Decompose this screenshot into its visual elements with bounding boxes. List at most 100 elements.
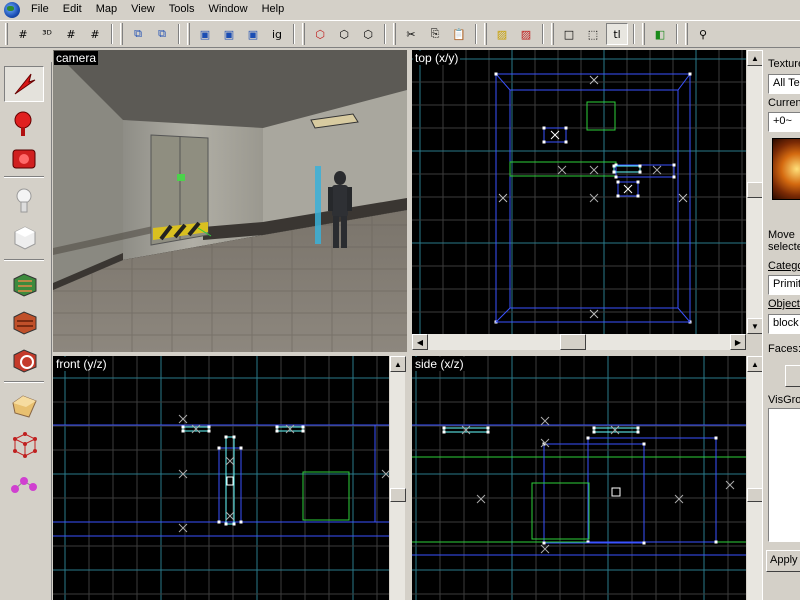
run-map-icon[interactable]: ◧ — [649, 23, 671, 45]
camera-tool-button[interactable] — [4, 142, 44, 178]
texture-preview[interactable] — [772, 138, 800, 200]
group-icon: ⧉ — [134, 27, 142, 40]
toolbar-grip[interactable] — [187, 23, 190, 45]
hide-icon[interactable]: ▣ — [218, 23, 240, 45]
group-icon[interactable]: ⧉ — [127, 23, 149, 45]
scroll-up-icon[interactable]: ▲ — [390, 356, 406, 372]
vertex-handle — [638, 170, 642, 174]
menu-window[interactable]: Window — [201, 0, 254, 19]
decal-tool-button[interactable] — [4, 343, 44, 379]
object-dropdown[interactable]: block — [768, 314, 800, 334]
texture-filter-dropdown[interactable]: All Te — [768, 74, 800, 94]
vertex-handle — [592, 430, 596, 434]
apply-texture-button[interactable] — [4, 305, 44, 341]
front-viewport[interactable]: front (y/z) — [53, 356, 389, 600]
scroll-up-icon[interactable]: ▲ — [747, 356, 763, 372]
vertex-handle — [217, 446, 221, 450]
current-texture-dropdown[interactable]: +0~ — [768, 112, 800, 132]
cut-icon[interactable]: ✂ — [400, 23, 422, 45]
magnify-tool-icon — [9, 108, 39, 141]
scroll-thumb[interactable] — [747, 182, 763, 198]
grid-toggle-icon[interactable]: # — [12, 23, 34, 45]
ignore-groups-button[interactable]: ig — [266, 23, 288, 45]
smaller-grid-icon: # — [66, 27, 76, 41]
path-tool-button[interactable] — [4, 467, 44, 503]
toolbar-grip[interactable] — [685, 23, 688, 45]
vertex-tool-button[interactable] — [4, 427, 44, 463]
toolbar-grip[interactable] — [5, 23, 8, 45]
toolbar-grip[interactable] — [120, 23, 123, 45]
toolbar-separator — [542, 24, 544, 44]
toolbar-grip[interactable] — [393, 23, 396, 45]
vertex-handle — [672, 175, 676, 179]
carve-icon[interactable]: ⬡ — [309, 23, 331, 45]
scroll-down-icon[interactable]: ▼ — [747, 318, 763, 334]
select-dots-icon: ⬚ — [587, 27, 599, 41]
menu-file[interactable]: File — [24, 0, 56, 19]
entity-origin — [611, 487, 621, 497]
select-box-icon[interactable]: □ — [558, 23, 580, 45]
categories-label: Catego — [768, 260, 800, 272]
room-side-inner-brush — [543, 443, 645, 544]
toolbar-grip[interactable] — [642, 23, 645, 45]
magnify-tool-button[interactable] — [4, 106, 44, 142]
smaller-grid-icon[interactable]: # — [60, 23, 82, 45]
vertex-handle — [612, 170, 616, 174]
misc-icon[interactable]: ⚲ — [692, 23, 714, 45]
toolbar-grip[interactable] — [302, 23, 305, 45]
menu-help[interactable]: Help — [255, 0, 292, 19]
scroll-thumb[interactable] — [747, 488, 763, 502]
paste-icon[interactable]: 📋 — [448, 23, 470, 45]
texture-app-button[interactable] — [4, 267, 44, 303]
clip-tool-button[interactable] — [4, 389, 44, 425]
toggle-tl-button[interactable]: tl — [606, 23, 628, 45]
app-globe-icon[interactable] — [4, 1, 20, 18]
brush-center-marker — [589, 75, 599, 85]
hollow-icon[interactable]: ⬡ — [333, 23, 355, 45]
entity-tool-button[interactable] — [4, 184, 44, 220]
top-vertical-scrollbar[interactable]: ▲ ▼ — [746, 50, 763, 334]
faces-button[interactable] — [785, 365, 800, 387]
clip-icon[interactable]: ⬡ — [357, 23, 379, 45]
scroll-left-icon[interactable]: ◀ — [412, 334, 428, 350]
select-dots-icon[interactable]: ⬚ — [582, 23, 604, 45]
hazard-icon[interactable]: ▨ — [491, 23, 513, 45]
menu-tools[interactable]: Tools — [162, 0, 202, 19]
side-vertical-scrollbar[interactable]: ▲ — [746, 356, 763, 600]
viewport-area: camera top (x/y) ▲ ▼ ◀ ▶ front (y/z) ▲ s… — [53, 50, 763, 600]
side-viewport[interactable]: side (x/z) — [412, 356, 746, 600]
ungroup-icon[interactable]: ⧉ — [151, 23, 173, 45]
brush-center-marker — [725, 480, 735, 490]
selection-tool-button[interactable] — [4, 66, 44, 102]
apply-button[interactable]: Apply — [766, 550, 800, 572]
scroll-thumb[interactable] — [390, 488, 406, 502]
menu-map[interactable]: Map — [89, 0, 124, 19]
menu-view[interactable]: View — [124, 0, 162, 19]
top-viewport[interactable]: top (x/y) — [412, 50, 746, 334]
camera-viewport[interactable]: camera — [53, 50, 407, 352]
vertex-handle — [486, 426, 490, 430]
category-dropdown[interactable]: Primitiv — [768, 275, 800, 295]
3d-grid-icon[interactable]: ³ᴰ — [36, 23, 58, 45]
toolbar-grip[interactable] — [484, 23, 487, 45]
scroll-up-icon[interactable]: ▲ — [747, 50, 763, 66]
vertex-handle — [636, 180, 640, 184]
toolbar-grip[interactable] — [551, 23, 554, 45]
unhide-icon[interactable]: ▣ — [242, 23, 264, 45]
3d-grid-icon: ³ᴰ — [42, 27, 52, 41]
menu-edit[interactable]: Edit — [56, 0, 89, 19]
larger-grid-icon[interactable]: # — [84, 23, 106, 45]
top-horizontal-scrollbar[interactable]: ◀ ▶ — [412, 334, 746, 350]
texture-lock-icon[interactable]: ▣ — [194, 23, 216, 45]
copy-icon[interactable]: ⎘ — [424, 23, 446, 45]
hazard-red-icon[interactable]: ▨ — [515, 23, 537, 45]
scroll-thumb[interactable] — [560, 334, 586, 350]
vertex-handle — [442, 430, 446, 434]
front-vertical-scrollbar[interactable]: ▲ — [389, 356, 406, 600]
scroll-right-icon[interactable]: ▶ — [730, 334, 746, 350]
vertex-handle — [494, 72, 498, 76]
block-tool-button[interactable] — [4, 220, 44, 256]
brush-center-marker — [589, 193, 599, 203]
visgroups-list[interactable] — [768, 408, 800, 542]
menu-bar: File Edit Map View Tools Window Help — [0, 0, 800, 19]
